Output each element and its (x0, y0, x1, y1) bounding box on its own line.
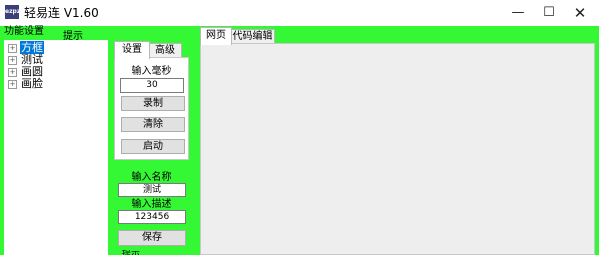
tab-webpage[interactable]: 网页 (200, 27, 232, 45)
minimize-button[interactable]: — (503, 0, 533, 26)
save-button[interactable]: 保存 (118, 230, 186, 246)
name-label: 输入名称 (131, 172, 172, 183)
tree-item-face[interactable]: + 画脸 (4, 78, 44, 90)
tab-settings[interactable]: 设置 (114, 41, 150, 59)
description-label: 输入描述 (131, 199, 172, 210)
tree-item-label: 画脸 (21, 77, 43, 90)
description-input[interactable]: 123456 (118, 210, 186, 224)
close-button[interactable]: ✕ (565, 0, 595, 26)
window-title: 轻易连 V1.60 (24, 6, 99, 20)
expand-icon[interactable]: + (8, 55, 17, 65)
milliseconds-input[interactable]: 30 (120, 78, 184, 93)
milliseconds-label: 输入毫秒 (131, 66, 172, 77)
clear-button[interactable]: 清除 (121, 117, 185, 132)
expand-icon[interactable]: + (8, 67, 17, 77)
bottom-hint-title: 提示 (122, 250, 141, 255)
expand-icon[interactable]: + (8, 43, 17, 53)
start-button[interactable]: 启动 (121, 139, 185, 154)
app-icon: ezpz (5, 5, 20, 19)
tab-code-editor[interactable]: 代码编辑 (230, 29, 275, 44)
record-button[interactable]: 录制 (121, 96, 185, 111)
maximize-button[interactable]: ☐ (534, 0, 564, 26)
tab-advanced[interactable]: 高级 (148, 43, 182, 58)
name-input[interactable]: 测试 (118, 183, 186, 197)
expand-icon[interactable]: + (8, 79, 17, 89)
webpage-view[interactable] (200, 43, 595, 255)
function-tree[interactable]: + 方框 + 测试 + 画圆 + 画脸 (4, 40, 108, 255)
tools-group-title: 功能设置 (3, 26, 45, 38)
